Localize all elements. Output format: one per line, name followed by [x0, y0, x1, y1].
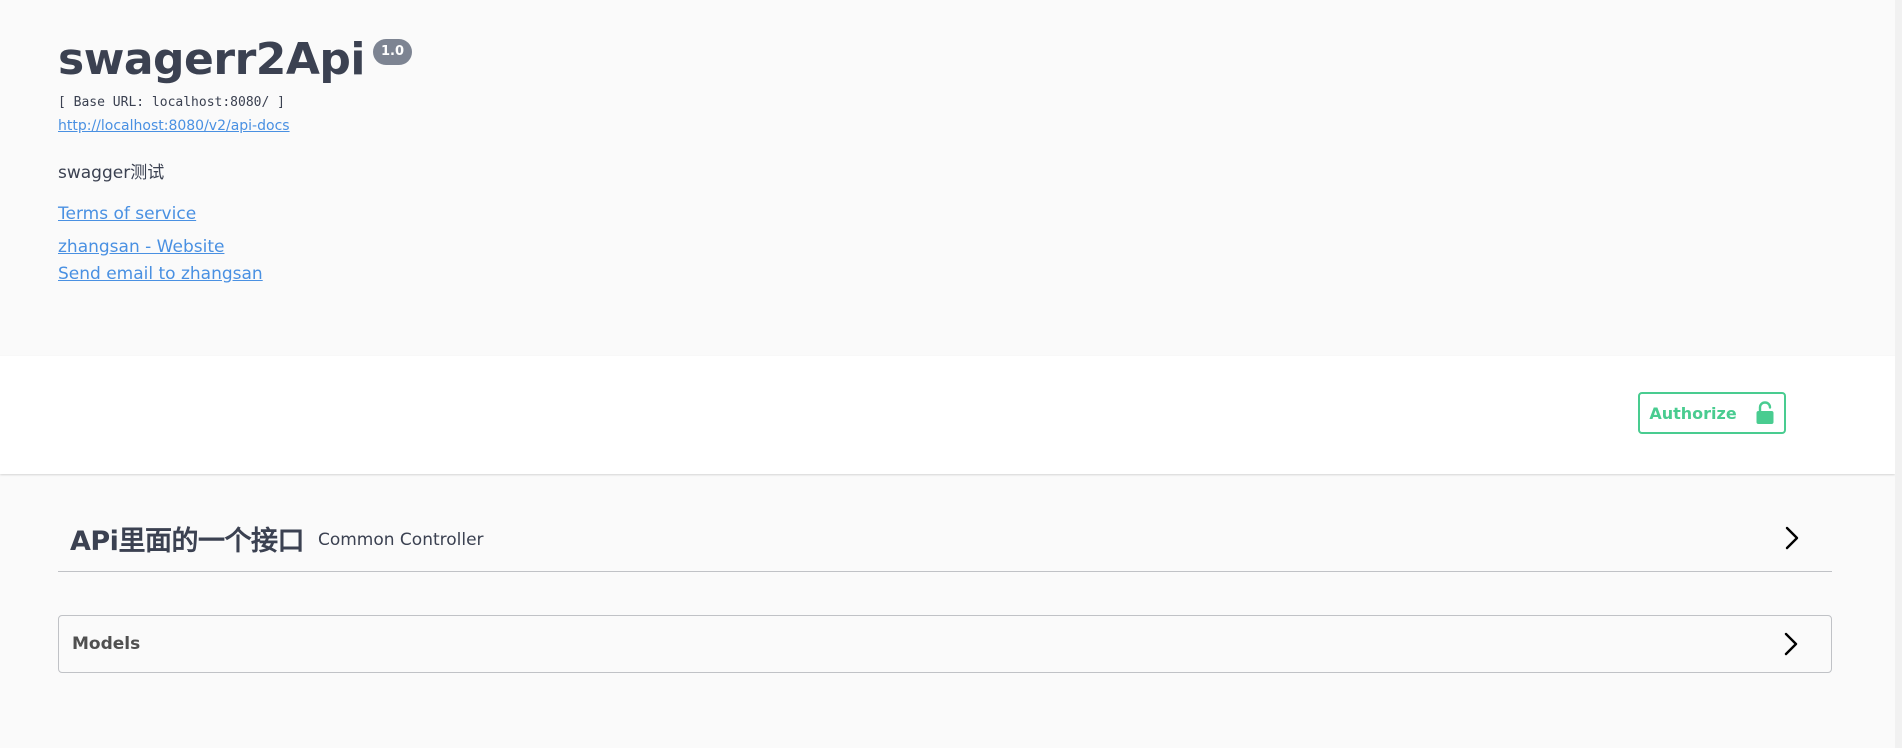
authorize-label: Authorize	[1649, 403, 1737, 423]
terms-of-service-link[interactable]: Terms of service	[58, 203, 1858, 225]
chevron-right-icon[interactable]	[1779, 630, 1803, 658]
contact-website-link[interactable]: zhangsan - Website	[58, 236, 1858, 258]
api-docs-link[interactable]: http://localhost:8080/v2/api-docs	[58, 117, 290, 135]
models-label: Models	[72, 634, 141, 654]
unlocked-lock-icon	[1755, 401, 1775, 425]
chevron-right-icon[interactable]	[1780, 524, 1804, 552]
api-title: swagerr2Api	[58, 34, 366, 85]
contact-email-link[interactable]: Send email to zhangsan	[58, 263, 1858, 285]
api-description: swagger测试	[58, 163, 165, 183]
scrollbar[interactable]	[1895, 0, 1902, 748]
version-badge: 1.0	[373, 39, 413, 65]
tag-description: Common Controller	[317, 530, 484, 550]
models-section[interactable]: Models	[58, 615, 1832, 673]
base-url: [ Base URL: localhost:8080/ ]	[58, 95, 285, 110]
scheme-container: Authorize	[0, 356, 1895, 474]
tag-name: APi里面的一个接口	[70, 525, 304, 557]
tag-section-common-controller[interactable]: APi里面的一个接口 Common Controller	[58, 505, 1832, 572]
swagger-ui-page: swagerr2Api 1.0 [ Base URL: localhost:80…	[0, 0, 1902, 748]
authorize-button[interactable]: Authorize	[1638, 392, 1786, 434]
info-section: swagerr2Api 1.0 [ Base URL: localhost:80…	[58, 30, 1858, 285]
title-row: swagerr2Api 1.0	[58, 30, 1858, 90]
